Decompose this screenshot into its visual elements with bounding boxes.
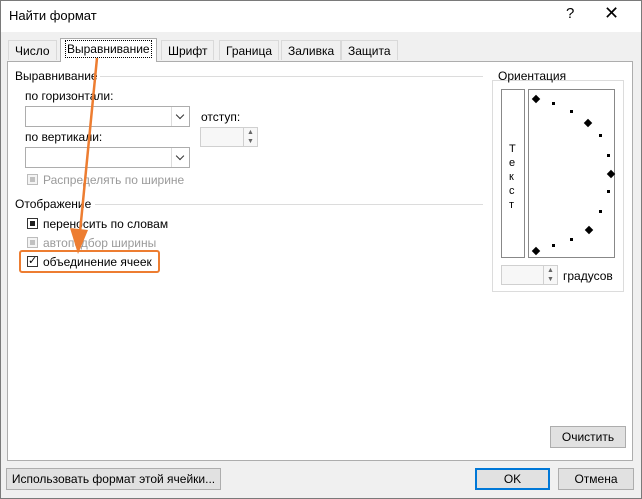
dial-point-bottom [531,246,541,256]
dial-dot [599,134,602,137]
help-button[interactable]: ? [566,5,574,22]
highlight-box [19,250,160,273]
dial-point [584,225,594,235]
distribute-checkbox[interactable] [27,174,38,185]
tab-alignment[interactable]: Выравнивание [60,38,157,62]
dial-dot [607,190,610,193]
dial-point [583,118,593,128]
ok-button[interactable]: OK [475,468,550,490]
dial-dot [552,244,555,247]
degrees-label: градусов [563,269,613,283]
dial-dot [552,102,555,105]
dial-dot [570,110,573,113]
dial-point-top [531,94,541,104]
close-button[interactable]: ✕ [604,3,619,24]
vertical-select[interactable] [25,147,190,168]
spinner-arrows-icon[interactable]: ▲ ▼ [543,266,557,284]
vertical-label: по вертикали: [25,130,103,144]
shrink-to-fit-label: автоподбор ширины [43,236,157,250]
orientation-group-title: Ориентация [498,69,567,83]
alignment-group-title: Выравнивание [15,69,98,83]
spinner-arrows-icon[interactable]: ▲ ▼ [243,128,257,146]
distribute-label: Распределять по ширине [43,173,185,187]
degrees-spinner[interactable]: ▲ ▼ [501,265,558,285]
display-group-title: Отображение [15,197,92,211]
tab-protection[interactable]: Защита [341,40,398,60]
indent-spinner[interactable]: ▲ ▼ [200,127,258,147]
wrap-text-label: переносить по словам [43,217,169,231]
chevron-down-icon [171,107,189,126]
indent-label: отступ: [201,110,241,124]
tab-font[interactable]: Шрифт [161,40,215,60]
chevron-down-icon [171,148,189,167]
window-title: Найти формат [9,8,97,23]
dial-point-center [606,169,616,179]
tab-fill[interactable]: Заливка [281,40,342,60]
use-cell-format-button[interactable]: Использовать формат этой ячейки... [6,468,221,490]
horizontal-select[interactable] [25,106,190,127]
display-group-line [95,204,483,205]
horizontal-label: по горизонтали: [25,89,114,103]
wrap-text-checkbox[interactable] [27,218,38,229]
tab-number[interactable]: Число [8,40,57,60]
dial-dot [599,210,602,213]
shrink-to-fit-checkbox[interactable] [27,237,38,248]
clear-button[interactable]: Очистить [550,426,626,448]
vertical-text-button[interactable]: Т е к с т [501,89,525,258]
cancel-button[interactable]: Отмена [558,468,634,490]
dial-dot [570,238,573,241]
dial-dot [607,154,610,157]
tab-border[interactable]: Граница [219,40,280,60]
alignment-group-line [100,76,483,77]
orientation-dial[interactable] [528,89,616,258]
